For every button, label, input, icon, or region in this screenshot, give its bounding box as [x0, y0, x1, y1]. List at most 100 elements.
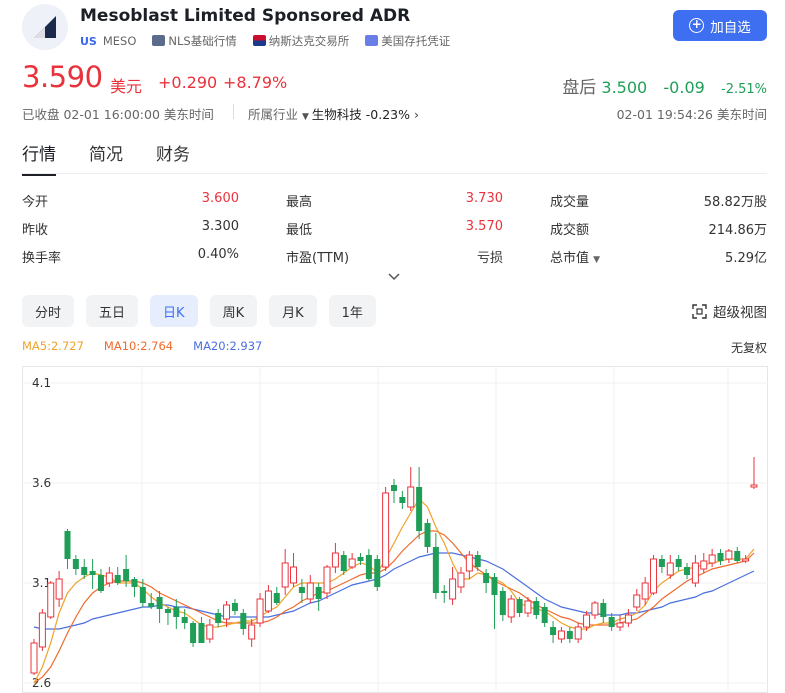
candle — [374, 555, 381, 591]
candle-body — [131, 579, 138, 587]
candle-body — [231, 603, 238, 611]
stat-value-low: 3.570 — [465, 219, 503, 234]
candle — [424, 519, 431, 553]
candle — [198, 617, 205, 643]
stat-value-market-cap: 5.29亿 — [725, 251, 767, 266]
company-logo — [22, 4, 68, 50]
ticker: MESO — [102, 34, 137, 48]
y-tick-label: 3.6 — [32, 476, 51, 490]
candle — [273, 587, 280, 605]
after-hours-label: 盘后 — [562, 78, 597, 98]
period-daily[interactable]: 日K — [150, 295, 198, 327]
tag-adr-label: 美国存托凭证 — [381, 34, 451, 48]
stat-label-open: 今开 — [22, 195, 49, 210]
price-adjust-mode[interactable]: 无复权 — [731, 339, 767, 356]
tag-exchange[interactable]: 纳斯达克交易所 — [252, 33, 350, 49]
candle-body — [198, 623, 205, 643]
candle-body — [156, 597, 163, 609]
candle-body — [516, 599, 523, 613]
candle — [483, 569, 490, 593]
candle-body — [55, 578, 63, 600]
candle-body — [374, 559, 381, 587]
ma10-value: MA10:2.764 — [103, 339, 174, 353]
candle-body — [206, 624, 214, 640]
tab-profile[interactable]: 简况 — [89, 140, 123, 176]
candle — [256, 593, 264, 627]
stat-label-high: 最高 — [286, 195, 313, 210]
candle-body — [190, 623, 197, 643]
period-5day[interactable]: 五日 — [86, 295, 139, 327]
candle-body — [38, 612, 46, 648]
candle-body — [47, 582, 55, 618]
tag-nls[interactable]: NLS基础行情 — [152, 33, 237, 49]
ma5-value: MA5:2.727 — [22, 339, 84, 353]
candle-body — [365, 555, 372, 579]
candle-body — [533, 601, 540, 615]
candle — [633, 589, 641, 611]
price-change: +0.290 — [158, 73, 218, 92]
candle-body — [658, 559, 665, 567]
candle — [684, 563, 691, 579]
candle-body — [72, 559, 79, 569]
industry-link[interactable]: 所属行业 ▼ 生物科技 -0.23% › — [248, 104, 419, 123]
us-flag-icon — [252, 35, 266, 46]
stat-value-volume: 58.82万股 — [703, 195, 767, 210]
tab-quote[interactable]: 行情 — [22, 140, 56, 176]
candle-body — [148, 603, 155, 607]
period-1year[interactable]: 1年 — [328, 295, 376, 327]
candle-body — [550, 627, 557, 635]
super-view-button[interactable]: 超级视图 — [692, 301, 767, 321]
period-monthly[interactable]: 月K — [269, 295, 317, 327]
tag-exchange-label: 纳斯达克交易所 — [268, 34, 350, 48]
after-hours-change: -0.09 — [663, 78, 705, 97]
expand-chevron-icon[interactable] — [386, 271, 402, 281]
candle-body — [315, 587, 322, 599]
add-watchlist-label: 加自选 — [710, 19, 751, 36]
candle — [725, 549, 733, 563]
candle — [541, 603, 548, 627]
candle-body — [499, 591, 506, 615]
stat-value-turnover: 214.86万 — [708, 223, 768, 238]
period-intraday[interactable]: 分时 — [22, 295, 75, 327]
candle — [55, 571, 63, 607]
candle-body — [357, 557, 364, 561]
candle-body — [717, 553, 724, 561]
add-watchlist-button[interactable]: + 加自选 — [673, 10, 767, 41]
candle-body — [298, 587, 305, 593]
last-price: 3.590 — [22, 60, 103, 94]
candle-body — [114, 575, 121, 583]
after-hours-change-pct: -2.51% — [721, 82, 767, 97]
candle — [457, 567, 465, 593]
candle — [64, 529, 71, 569]
candle-body — [491, 577, 498, 595]
stat-value-turnover-rate: 0.40% — [197, 247, 239, 262]
candle — [691, 555, 699, 587]
tag-adr[interactable]: 美国存托凭证 — [365, 33, 450, 49]
candle-body — [524, 600, 532, 614]
stat-value-pe: 亏损 — [476, 251, 503, 266]
candle — [650, 555, 658, 595]
period-selector: 分时 五日 日K 周K 月K 1年 — [22, 295, 376, 327]
candle-body — [391, 485, 397, 491]
candle-body — [742, 558, 750, 562]
candle-body — [181, 617, 188, 623]
candle-body — [591, 602, 599, 616]
mesoblast-logo-icon — [34, 16, 56, 38]
candle-body — [708, 554, 716, 564]
candle — [616, 615, 624, 631]
candle — [156, 591, 163, 623]
candle-body — [641, 582, 649, 600]
candle-body — [483, 573, 490, 583]
candle-body — [331, 552, 339, 568]
after-hours-price: 3.500 — [601, 78, 648, 97]
candle-body — [465, 554, 473, 572]
period-weekly[interactable]: 周K — [209, 295, 258, 327]
candle — [290, 553, 298, 587]
candle-body — [215, 613, 222, 623]
candle — [658, 555, 665, 573]
stat-label-market-cap[interactable]: 总市值 ▼ — [550, 247, 600, 266]
candle-body — [691, 562, 699, 584]
tab-financials[interactable]: 财务 — [156, 140, 190, 176]
kline-chart[interactable]: 4.13.63.12.6 — [22, 366, 768, 693]
candle — [323, 565, 331, 599]
